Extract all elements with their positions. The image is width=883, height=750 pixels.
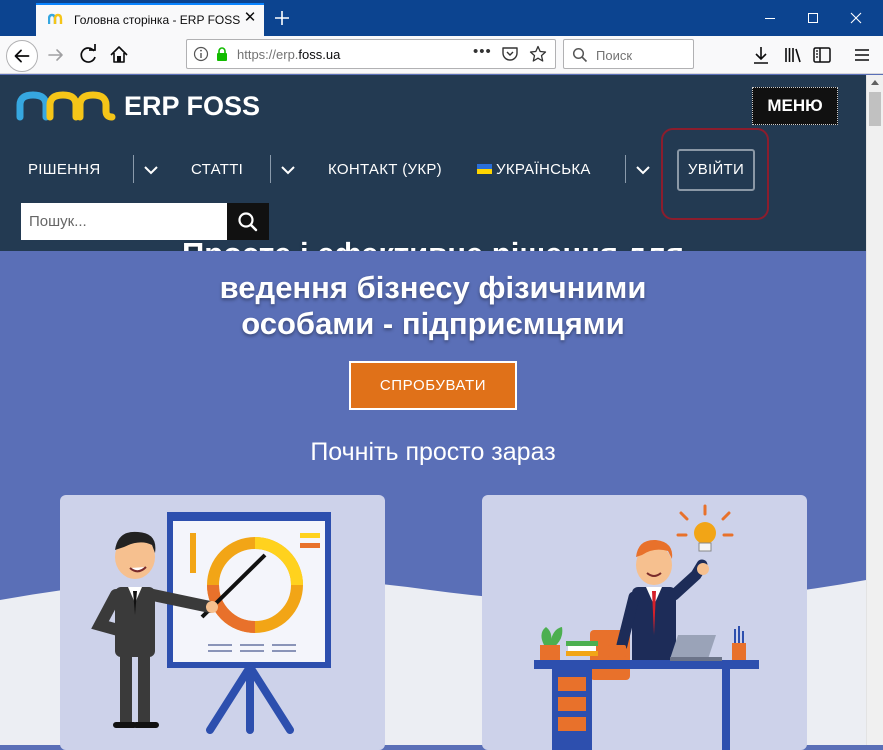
- pocket-icon[interactable]: [501, 46, 519, 62]
- window-maximize-icon[interactable]: [793, 5, 833, 31]
- address-bar[interactable]: https://erp.foss.ua •••: [186, 39, 556, 69]
- try-button[interactable]: СПРОБУВАТИ: [349, 361, 517, 410]
- bookmark-star-icon[interactable]: [529, 45, 547, 63]
- office-idea-illustration: [534, 504, 759, 750]
- feature-card-presentation[interactable]: [60, 495, 385, 750]
- sidebar-icon[interactable]: [808, 41, 836, 69]
- browser-search-field[interactable]: Поиск: [563, 39, 694, 69]
- browser-search-placeholder: Поиск: [596, 48, 633, 63]
- new-tab-plus-icon[interactable]: [270, 6, 294, 30]
- nav-divider: [270, 155, 271, 183]
- page-scrollbar[interactable]: [866, 75, 883, 745]
- erp-foss-logo-icon[interactable]: [16, 89, 116, 121]
- hero-title-line3: особами - підприємцями: [241, 306, 625, 341]
- logo-text[interactable]: ERP FOSS: [124, 91, 260, 122]
- url-text: https://erp.foss.ua: [237, 47, 341, 62]
- window-close-icon[interactable]: [836, 5, 876, 31]
- browser-tab[interactable]: Головна сторінка - ERP FOSS ✕: [36, 3, 264, 36]
- lock-icon: [217, 47, 227, 61]
- browser-titlebar: Головна сторінка - ERP FOSS ✕: [0, 0, 883, 36]
- close-tab-icon[interactable]: ✕: [242, 10, 258, 26]
- browser-toolbar: https://erp.foss.ua ••• Поиск: [0, 36, 883, 74]
- presentation-illustration: [91, 512, 331, 734]
- scrollbar-thumb[interactable]: [869, 92, 881, 126]
- site-header: ERP FOSS МЕНЮ РІШЕННЯ СТАТТІ КОНТАКТ (УК…: [0, 75, 866, 251]
- forward-arrow-icon[interactable]: [42, 41, 70, 69]
- nav-divider: [625, 155, 626, 183]
- home-icon[interactable]: [105, 41, 133, 69]
- page-actions-icon[interactable]: •••: [473, 43, 492, 60]
- scroll-up-arrow-icon[interactable]: [871, 80, 879, 85]
- nav-contact[interactable]: КОНТАКТ (УКР): [328, 161, 442, 178]
- articles-chevron-down-icon[interactable]: [280, 163, 296, 177]
- window-minimize-icon[interactable]: [750, 5, 790, 31]
- feature-card-idea[interactable]: [482, 495, 807, 750]
- library-icon[interactable]: [779, 41, 807, 69]
- search-icon: [572, 47, 588, 63]
- ukraine-flag-icon: [477, 164, 492, 174]
- hamburger-menu-icon[interactable]: [848, 41, 876, 69]
- hero-title-line1: Просте і ефективне рішення для: [0, 232, 866, 251]
- back-arrow-icon[interactable]: [6, 40, 38, 72]
- hero-title-line2: ведення бізнесу фізичними: [219, 270, 647, 305]
- nav-language[interactable]: УКРАЇНСЬКА: [477, 161, 591, 178]
- info-icon[interactable]: [193, 46, 209, 62]
- nav-solutions[interactable]: РІШЕННЯ: [28, 161, 101, 178]
- solutions-chevron-down-icon[interactable]: [143, 163, 159, 177]
- nav-divider: [133, 155, 134, 183]
- language-chevron-down-icon[interactable]: [635, 163, 651, 177]
- hero-subtitle: Почніть просто зараз: [310, 438, 556, 466]
- menu-button[interactable]: МЕНЮ: [752, 87, 838, 125]
- tab-title: Головна сторінка - ERP FOSS: [74, 13, 241, 27]
- login-highlight-annotation: [661, 128, 769, 220]
- nav-language-label: УКРАЇНСЬКА: [496, 161, 591, 178]
- hero-title: ведення бізнесу фізичними особами - підп…: [0, 270, 866, 342]
- nav-articles[interactable]: СТАТТІ: [191, 161, 243, 178]
- erp-favicon-icon: [48, 13, 63, 24]
- reload-icon[interactable]: [74, 41, 102, 69]
- downloads-icon[interactable]: [747, 41, 775, 69]
